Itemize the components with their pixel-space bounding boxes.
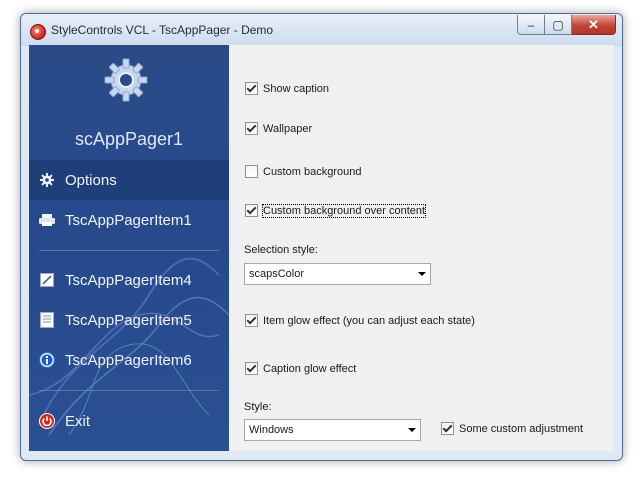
- gear-icon: [39, 172, 55, 188]
- combobox-value: scapsColor: [249, 268, 305, 280]
- checkbox-box[interactable]: [441, 422, 454, 435]
- combobox-value: Windows: [249, 424, 294, 436]
- chevron-down-icon[interactable]: [404, 428, 420, 432]
- selection-style-label: Selection style:: [244, 244, 318, 256]
- checkbox-label: Custom background: [263, 165, 362, 178]
- custom-background-over-content-checkbox[interactable]: Custom background over content: [245, 203, 427, 218]
- checkbox-label: Wallpaper: [263, 122, 313, 135]
- some-custom-adjustment-checkbox[interactable]: Some custom adjustment: [441, 422, 583, 435]
- app-window: StyleControls VCL - TscAppPager - Demo ‒…: [20, 13, 623, 461]
- info-icon: [39, 352, 55, 368]
- sidebar-item-label: TscAppPagerItem1: [65, 211, 192, 229]
- caption-buttons: ‒ ▢ ✕: [517, 15, 616, 35]
- sidebar-divider: [39, 250, 219, 251]
- sidebar-item-label: Options: [65, 171, 117, 189]
- chevron-down-icon[interactable]: [414, 272, 430, 276]
- power-icon: [39, 413, 55, 429]
- checkbox-box[interactable]: [245, 314, 258, 327]
- sidebar-item-label: TscAppPagerItem4: [65, 271, 192, 289]
- app-pager-sidebar: scAppPager1 Options TscAppPagerItem1 Tsc…: [29, 45, 229, 451]
- printer-icon: [39, 212, 55, 228]
- checkbox-label: Show caption: [263, 82, 330, 95]
- sidebar-item-tscapppageritem5[interactable]: TscAppPagerItem5: [29, 300, 229, 340]
- title-bar[interactable]: StyleControls VCL - TscAppPager - Demo ‒…: [21, 14, 622, 46]
- maximize-icon: ▢: [552, 17, 564, 32]
- sidebar-item-tscapppageritem4[interactable]: TscAppPagerItem4: [29, 260, 229, 300]
- checkbox-label: Caption glow effect: [263, 362, 357, 375]
- sidebar-item-label: TscAppPagerItem5: [65, 311, 192, 329]
- pager-title: scAppPager1: [74, 129, 184, 149]
- maximize-button[interactable]: ▢: [545, 15, 572, 35]
- checkbox-box[interactable]: [245, 204, 258, 217]
- gear-logo-icon: [104, 58, 148, 102]
- checkbox-label: Some custom adjustment: [459, 422, 584, 435]
- sidebar-item-tscapppageritem6[interactable]: TscAppPagerItem6: [29, 340, 229, 380]
- app-icon[interactable]: [30, 24, 46, 40]
- sidebar-item-tscapppageritem1[interactable]: TscAppPagerItem1: [29, 200, 229, 240]
- show-caption-checkbox[interactable]: Show caption: [245, 82, 329, 95]
- wallpaper-checkbox[interactable]: Wallpaper: [245, 122, 312, 135]
- sidebar-item-options[interactable]: Options: [29, 160, 229, 200]
- sidebar-divider: [39, 390, 219, 391]
- style-label: Style:: [244, 401, 272, 413]
- checkbox-box[interactable]: [245, 165, 258, 178]
- custom-background-checkbox[interactable]: Custom background: [245, 165, 361, 178]
- checkbox-label: Item glow effect (you can adjust each st…: [263, 314, 475, 327]
- selection-style-combobox[interactable]: scapsColor: [244, 263, 431, 285]
- sidebar-item-label: Exit: [65, 412, 91, 430]
- document-icon: [39, 312, 55, 328]
- window-title: StyleControls VCL - TscAppPager - Demo: [51, 23, 274, 37]
- style-combobox[interactable]: Windows: [244, 419, 421, 441]
- checkbox-box[interactable]: [245, 82, 258, 95]
- minimize-button[interactable]: ‒: [517, 15, 545, 35]
- options-panel: Show caption Wallpaper Custom background…: [229, 45, 614, 451]
- minimize-icon: ‒: [527, 17, 535, 32]
- close-icon: ✕: [588, 16, 599, 32]
- item-glow-checkbox[interactable]: Item glow effect (you can adjust each st…: [245, 314, 475, 327]
- checkbox-box[interactable]: [245, 362, 258, 375]
- edit-icon: [39, 272, 55, 288]
- sidebar-item-label: TscAppPagerItem6: [65, 351, 192, 369]
- sidebar-item-exit[interactable]: Exit: [29, 401, 229, 441]
- caption-glow-checkbox[interactable]: Caption glow effect: [245, 362, 356, 375]
- close-button[interactable]: ✕: [572, 15, 616, 35]
- checkbox-label: Custom background over content: [261, 203, 427, 218]
- checkbox-box[interactable]: [245, 122, 258, 135]
